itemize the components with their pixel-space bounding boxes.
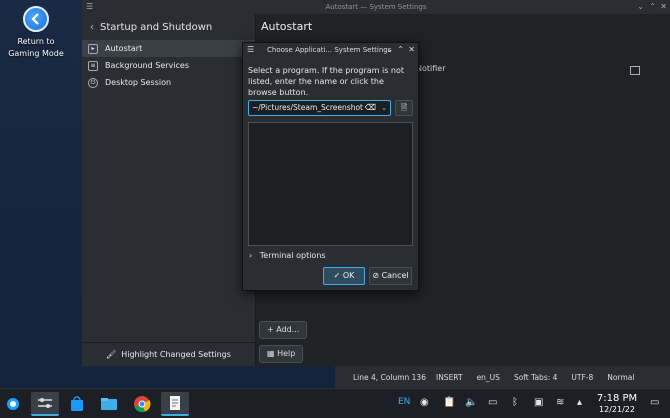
sidebar-item-desktop-session[interactable]: ⏻ Desktop Session <box>82 74 255 91</box>
system-settings-task-icon[interactable] <box>31 392 59 416</box>
choose-application-dialog: ☰ Choose Applicati... System Settings ⌄ … <box>242 42 419 291</box>
wifi-icon[interactable]: ≋ <box>556 397 564 408</box>
file-manager-icon[interactable] <box>95 392 123 416</box>
encoding-setting[interactable]: UTF-8 <box>571 373 593 382</box>
chevron-left-icon: ‹ <box>90 21 94 33</box>
add-button[interactable]: + Add... <box>259 321 308 339</box>
cancel-icon: ⊘ <box>372 271 380 280</box>
minimize-icon[interactable]: ⌄ <box>637 0 644 14</box>
clock-date: 12/21/22 <box>599 405 635 414</box>
footer-label: Highlight Changed Settings <box>121 350 231 359</box>
dialog-minimize-icon[interactable]: ⌄ <box>386 43 393 57</box>
steam-icon[interactable]: ◉ <box>420 397 429 408</box>
sidebar-item-label: Background Services <box>105 61 190 70</box>
text-editor-task-icon[interactable] <box>161 392 189 416</box>
power-icon: ⏻ <box>88 77 98 88</box>
cancel-button-label: Cancel <box>381 271 409 280</box>
app-launcher-icon[interactable] <box>2 392 24 416</box>
help-button-label: Help <box>277 349 296 358</box>
dialog-close-icon[interactable]: ✕ <box>408 43 415 57</box>
sidebar-header-title: Startup and Shutdown <box>100 21 213 33</box>
clock-time: 7:18 PM <box>596 393 638 404</box>
desktop-icon-label: Return to Gaming Mode <box>8 37 64 58</box>
check-icon: ✓ <box>333 271 341 280</box>
sidebar-back-header[interactable]: ‹ Startup and Shutdown <box>82 14 255 40</box>
show-desktop-icon[interactable]: ▭ <box>650 397 659 408</box>
application-list[interactable] <box>248 122 413 246</box>
help-button[interactable]: ▦ Help <box>259 345 304 363</box>
chevron-right-icon: › <box>249 251 253 260</box>
clock[interactable]: 7:18 PM 12/21/22 <box>591 393 643 415</box>
cursor-position[interactable]: Line 4, Column 136 <box>353 373 426 382</box>
cancel-button[interactable]: ⊘ Cancel <box>369 267 412 285</box>
ok-button[interactable]: ✓ OK <box>323 267 365 285</box>
dialog-titlebar[interactable]: ☰ Choose Applicati... System Settings ⌄ … <box>243 43 418 57</box>
editor-statusbar: Line 4, Column 136 INSERT en_US Soft Tab… <box>335 366 670 388</box>
bluetooth-icon[interactable]: ᛒ <box>512 397 518 408</box>
services-icon: ≡ <box>88 60 98 71</box>
view-options-icon[interactable] <box>630 66 640 75</box>
sidebar-item-label: Autostart <box>105 44 143 53</box>
input-mode[interactable]: INSERT <box>436 373 463 382</box>
add-button-label: Add... <box>276 325 300 334</box>
terminal-options-toggle[interactable]: › Terminal options <box>249 251 326 260</box>
dialog-maximize-icon[interactable]: ⌃ <box>397 43 404 57</box>
back-arrow-icon <box>23 6 49 32</box>
plus-icon: + <box>267 325 274 334</box>
program-input-value: ~/Pictures/Steam_Screenshots/ <box>252 103 370 112</box>
clear-text-icon[interactable]: ⌫ <box>362 101 376 115</box>
file-icon: 🗎 <box>400 103 408 112</box>
close-icon[interactable]: ✕ <box>660 0 667 14</box>
program-input[interactable]: ~/Pictures/Steam_Screenshots/ ⌫ ⌄ <box>248 100 391 116</box>
battery-icon[interactable]: ▭ <box>488 397 497 408</box>
dialog-prompt: Select a program. If the program is not … <box>248 66 405 97</box>
brush-icon: 🖌 <box>106 350 117 359</box>
help-icon: ▦ <box>267 349 275 358</box>
syntax-highlight-setting[interactable]: Normal <box>607 373 634 382</box>
ok-button-label: OK <box>342 271 355 280</box>
browse-button[interactable]: 🗎 <box>395 100 413 116</box>
volume-icon[interactable]: 🔈 <box>465 397 477 408</box>
taskbar: EN ◉ 📋 🔈 ▭ ᛒ ▣ ≋ ▴ 7:18 PM 12/21/22 ▭ <box>0 388 670 418</box>
device-status-icon[interactable]: ▣ <box>534 397 543 408</box>
keyboard-layout-indicator[interactable]: EN <box>398 397 410 407</box>
chevron-down-icon[interactable]: ⌄ <box>381 101 387 115</box>
autostart-entry-label: Notifier <box>416 64 446 73</box>
window-title: Autostart — System Settings <box>325 3 427 11</box>
sidebar-item-background-services[interactable]: ≡ Background Services <box>82 57 255 74</box>
sidebar: ‹ Startup and Shutdown ▸ Autostart ≡ Bac… <box>82 14 256 366</box>
window-titlebar[interactable]: ☰ Autostart — System Settings ⌄ ⌃ ✕ <box>82 0 670 14</box>
autostart-icon: ▸ <box>88 43 98 54</box>
maximize-icon[interactable]: ⌃ <box>649 0 656 14</box>
dialog-menu-icon[interactable]: ☰ <box>247 43 254 57</box>
clipboard-icon[interactable]: 📋 <box>443 397 455 408</box>
tray-expand-icon[interactable]: ▴ <box>577 397 582 408</box>
terminal-options-label: Terminal options <box>259 251 326 260</box>
chrome-browser-icon[interactable] <box>128 392 156 416</box>
sidebar-item-label: Desktop Session <box>105 78 172 87</box>
return-to-gaming-mode-shortcut[interactable]: Return to Gaming Mode <box>0 6 72 60</box>
spellcheck-language[interactable]: en_US <box>477 373 500 382</box>
highlight-changed-settings-button[interactable]: 🖌 Highlight Changed Settings <box>82 342 255 366</box>
window-menu-icon[interactable]: ☰ <box>86 0 93 14</box>
sidebar-item-autostart[interactable]: ▸ Autostart <box>82 40 255 57</box>
page-title: Autostart <box>261 20 313 33</box>
dialog-title: Choose Applicati... System Settings <box>267 46 392 54</box>
indentation-setting[interactable]: Soft Tabs: 4 <box>514 373 557 382</box>
discover-store-icon[interactable] <box>63 392 91 416</box>
